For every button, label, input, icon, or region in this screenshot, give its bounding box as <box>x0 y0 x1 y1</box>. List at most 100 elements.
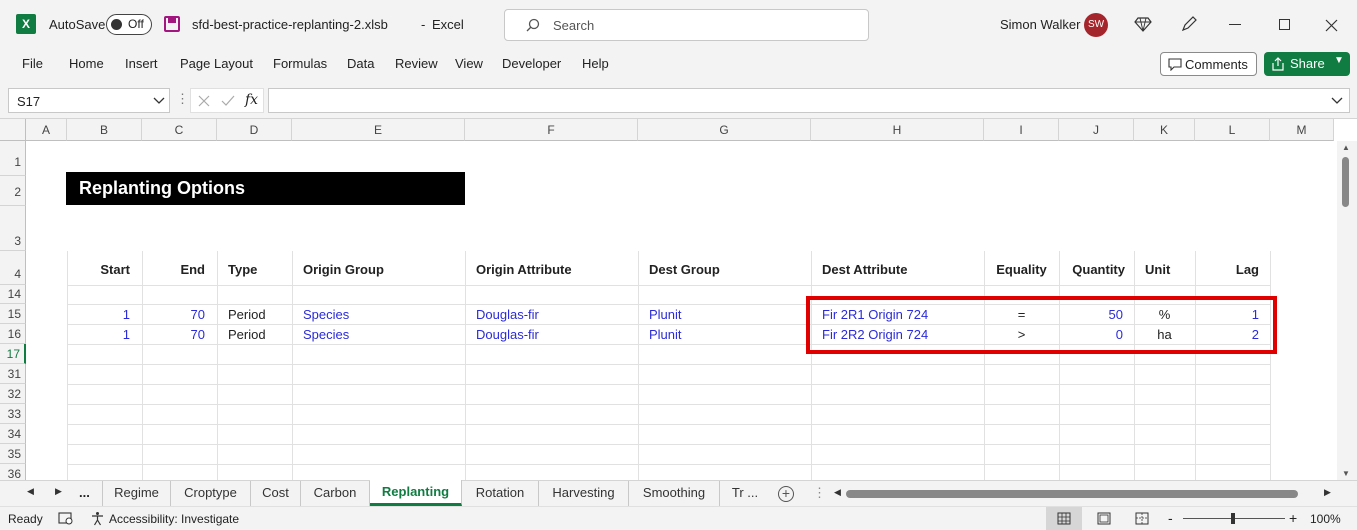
column-header-f[interactable]: F <box>465 119 638 141</box>
zoom-slider-thumb[interactable] <box>1231 513 1235 524</box>
search-box[interactable]: Search <box>504 9 869 41</box>
name-box[interactable]: S17 <box>8 88 170 113</box>
row-header-2[interactable]: 2 <box>0 176 26 206</box>
vertical-scrollbar[interactable]: ▲ ▼ <box>1337 141 1357 481</box>
row-header-33[interactable]: 33 <box>0 404 26 424</box>
column-header-b[interactable]: B <box>67 119 142 141</box>
menu-developer[interactable]: Developer <box>502 56 561 71</box>
hscroll-right-icon[interactable]: ▶ <box>1324 487 1331 498</box>
menu-home[interactable]: Home <box>69 56 104 71</box>
cell-origin-attribute[interactable]: Douglas-fir <box>476 307 539 322</box>
normal-view-icon[interactable] <box>1046 507 1082 530</box>
autosave-toggle[interactable]: Off <box>106 14 152 35</box>
row-header-16[interactable]: 16 <box>0 324 26 344</box>
maximize-icon[interactable] <box>1279 19 1290 30</box>
header-end[interactable]: End <box>142 262 205 277</box>
scrollbar-thumb[interactable] <box>1342 157 1349 207</box>
comments-button[interactable]: Comments <box>1160 52 1257 76</box>
tab-scroll-left-icon[interactable]: ◀ <box>27 486 34 497</box>
hscroll-left-icon[interactable]: ◀ <box>834 487 841 498</box>
horizontal-scrollbar-thumb[interactable] <box>846 490 1298 498</box>
menu-formulas[interactable]: Formulas <box>273 56 327 71</box>
tab-carbon[interactable]: Carbon <box>301 481 370 506</box>
cancel-icon[interactable] <box>198 95 210 107</box>
add-sheet-icon[interactable]: + <box>778 486 794 502</box>
select-all-corner[interactable] <box>0 119 26 141</box>
menu-help[interactable]: Help <box>582 56 609 71</box>
macro-record-icon[interactable] <box>58 512 74 525</box>
row-header-1[interactable]: 1 <box>0 141 26 176</box>
tab-replanting[interactable]: Replanting <box>370 480 462 506</box>
scroll-down-icon[interactable]: ▼ <box>1342 469 1350 478</box>
header-origin-group[interactable]: Origin Group <box>303 262 384 277</box>
column-header-g[interactable]: G <box>638 119 811 141</box>
chevron-down-icon[interactable] <box>1331 97 1343 105</box>
cell-type[interactable]: Period <box>228 307 266 322</box>
header-lag[interactable]: Lag <box>1195 262 1259 277</box>
accessibility-status[interactable]: Accessibility: Investigate <box>109 512 239 526</box>
tab-regime[interactable]: Regime <box>102 481 171 506</box>
column-header-e[interactable]: E <box>292 119 465 141</box>
row-header-15[interactable]: 15 <box>0 304 26 324</box>
insert-function-icon[interactable]: fx <box>245 92 258 108</box>
header-type[interactable]: Type <box>228 262 257 277</box>
cell-dest-group[interactable]: Plunit <box>649 307 682 322</box>
cell-dest-group[interactable]: Plunit <box>649 327 682 342</box>
page-break-view-icon[interactable] <box>1135 512 1149 525</box>
cell-end[interactable]: 70 <box>142 307 205 322</box>
column-header-c[interactable]: C <box>142 119 217 141</box>
column-header-d[interactable]: D <box>217 119 292 141</box>
sheet-title-block[interactable]: Replanting Options <box>66 172 465 205</box>
header-unit[interactable]: Unit <box>1145 262 1170 277</box>
row-header-35[interactable]: 35 <box>0 444 26 464</box>
tab-cost[interactable]: Cost <box>251 481 301 506</box>
column-header-j[interactable]: J <box>1059 119 1134 141</box>
header-equality[interactable]: Equality <box>984 262 1059 277</box>
header-dest-group[interactable]: Dest Group <box>649 262 720 277</box>
column-header-m[interactable]: M <box>1270 119 1334 141</box>
row-header-3[interactable]: 3 <box>0 206 26 251</box>
row-header-32[interactable]: 32 <box>0 384 26 404</box>
cell-start[interactable]: 1 <box>67 307 130 322</box>
cell-type[interactable]: Period <box>228 327 266 342</box>
accessibility-icon[interactable] <box>90 511 105 526</box>
row-header-17[interactable]: 17 <box>0 344 26 364</box>
avatar[interactable]: SW <box>1084 13 1108 37</box>
row-header-31[interactable]: 31 <box>0 364 26 384</box>
tab-scroll-right-icon[interactable]: ▶ <box>55 486 62 497</box>
menu-data[interactable]: Data <box>347 56 374 71</box>
column-header-a[interactable]: A <box>26 119 67 141</box>
page-layout-view-icon[interactable] <box>1097 512 1111 525</box>
tab-rotation[interactable]: Rotation <box>462 481 539 506</box>
header-quantity[interactable]: Quantity <box>1059 262 1125 277</box>
column-header-h[interactable]: H <box>811 119 984 141</box>
row-header-14[interactable]: 14 <box>0 285 26 304</box>
row-header-36[interactable]: 36 <box>0 464 26 481</box>
scroll-up-icon[interactable]: ▲ <box>1342 143 1350 152</box>
zoom-out-button[interactable]: - <box>1168 510 1173 526</box>
tab-splitter-icon[interactable]: ⋮ <box>813 485 826 501</box>
cell-start[interactable]: 1 <box>67 327 130 342</box>
zoom-level[interactable]: 100% <box>1310 512 1341 526</box>
column-header-l[interactable]: L <box>1195 119 1270 141</box>
more-options-icon[interactable]: ⋮ <box>176 91 189 107</box>
tab-truncated[interactable]: Tr ... <box>720 481 770 506</box>
cell-origin-attribute[interactable]: Douglas-fir <box>476 327 539 342</box>
menu-view[interactable]: View <box>455 56 483 71</box>
header-origin-attribute[interactable]: Origin Attribute <box>476 262 572 277</box>
user-name[interactable]: Simon Walker <box>1000 17 1080 32</box>
menu-page-layout[interactable]: Page Layout <box>180 56 253 71</box>
tab-croptype[interactable]: Croptype <box>171 481 251 506</box>
column-header-k[interactable]: K <box>1134 119 1195 141</box>
formula-input[interactable] <box>268 88 1350 113</box>
tab-overflow[interactable]: ... <box>79 485 90 500</box>
column-header-i[interactable]: I <box>984 119 1059 141</box>
menu-insert[interactable]: Insert <box>125 56 158 71</box>
row-header-4[interactable]: 4 <box>0 251 26 285</box>
menu-review[interactable]: Review <box>395 56 438 71</box>
cell-origin-group[interactable]: Species <box>303 307 349 322</box>
close-icon[interactable] <box>1325 19 1338 32</box>
header-start[interactable]: Start <box>67 262 130 277</box>
menu-file[interactable]: File <box>22 56 43 71</box>
pen-icon[interactable] <box>1180 15 1198 33</box>
